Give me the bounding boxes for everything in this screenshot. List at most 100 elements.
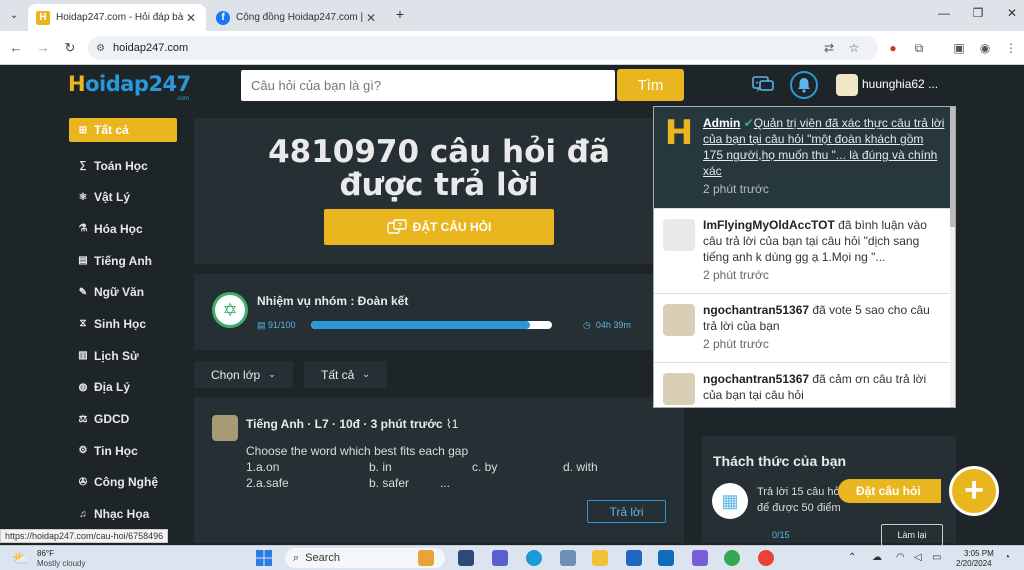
tray-chevron-up-icon[interactable]: ⌃ bbox=[848, 552, 856, 563]
clock-time[interactable]: 3:05 PM bbox=[964, 549, 994, 558]
scroll-icon: ▥ bbox=[78, 350, 88, 362]
asker-avatar[interactable] bbox=[212, 415, 238, 441]
store-icon[interactable] bbox=[626, 550, 642, 566]
minimize-icon[interactable]: — bbox=[936, 6, 952, 24]
speaker-icon[interactable]: ◁ bbox=[914, 552, 922, 563]
close-tab-icon[interactable]: ✕ bbox=[184, 11, 198, 25]
side-panel-icon[interactable]: ▣ bbox=[950, 39, 968, 57]
teams-icon[interactable] bbox=[492, 550, 508, 566]
bookmark-star-icon[interactable]: ☆ bbox=[845, 39, 863, 57]
sidebar-item-civics[interactable]: ⚖ GDCD bbox=[69, 403, 177, 435]
notifications-bell-button[interactable] bbox=[790, 71, 818, 99]
hoidap247-logo[interactable]: Hoidap247 .com bbox=[68, 72, 191, 102]
chrome-icon[interactable] bbox=[724, 550, 740, 566]
extension-red-icon[interactable]: ● bbox=[884, 39, 902, 57]
wifi-icon[interactable]: ◠ bbox=[896, 552, 905, 563]
sidebar-item-literature[interactable]: ✎ Ngữ Văn bbox=[69, 276, 177, 308]
ask-question-button[interactable]: ? ĐẶT CÂU HỎI bbox=[324, 209, 554, 245]
edge-icon[interactable] bbox=[526, 550, 542, 566]
status-bar-url: https://hoidap247.com/cau-hoi/6758496 bbox=[0, 529, 169, 543]
weather-temp: 86°F bbox=[37, 549, 54, 558]
subject-sidebar: ⊞ Tất cả ∑ Toán Học ⚛ Vật Lý ⚗ Hóa Học ▤ Tiến… bbox=[69, 118, 177, 530]
battery-icon[interactable]: ▭ bbox=[932, 552, 941, 563]
notification-item[interactable]: H Admin ✔Quản trị viên đã xác thực câu t… bbox=[654, 107, 955, 209]
close-tab-icon[interactable]: ✕ bbox=[364, 11, 378, 25]
sidebar-item-music-art[interactable]: ♫ Nhạc Họa bbox=[69, 498, 177, 530]
file-explorer-icon[interactable] bbox=[458, 550, 474, 566]
sidebar-item-math[interactable]: ∑ Toán Học bbox=[69, 150, 177, 182]
windows-taskbar: ⛅ 86°F Mostly cloudy ⌕ Search ⌃ ☁ ◠ ◁ ▭ 3… bbox=[0, 545, 1024, 570]
answered-count-hero: 4810970 câu hỏi đã được trả lời ? ĐẶT CÂ… bbox=[194, 118, 684, 264]
sidebar-item-all[interactable]: ⊞ Tất cả bbox=[69, 118, 177, 142]
tab-list-chevron-icon[interactable]: ⌄ bbox=[6, 8, 22, 24]
mission-timer: ◷ 04h 39m bbox=[583, 320, 631, 330]
reload-icon[interactable]: ↻ bbox=[61, 39, 79, 57]
folder-icon[interactable] bbox=[592, 550, 608, 566]
profile-avatar-icon[interactable]: ◉ bbox=[976, 39, 994, 57]
user-avatar bbox=[663, 219, 695, 251]
clock-date[interactable]: 2/20/2024 bbox=[956, 559, 992, 568]
reply-button[interactable]: Trả lời bbox=[587, 500, 666, 523]
answered-count-title: 4810970 câu hỏi đã được trả lời bbox=[268, 134, 610, 203]
close-window-icon[interactable]: ✕ bbox=[1004, 6, 1020, 24]
user-avatar[interactable] bbox=[836, 74, 858, 96]
cloud-icon[interactable]: ☁ bbox=[872, 552, 882, 563]
calculator-icon[interactable] bbox=[560, 550, 576, 566]
sidebar-item-chemistry[interactable]: ⚗ Hóa Học bbox=[69, 213, 177, 245]
site-info-icon[interactable]: ⚙ bbox=[96, 43, 105, 54]
cloudy-weather-icon[interactable]: ⛅ bbox=[12, 550, 29, 567]
extensions-puzzle-icon[interactable]: ⧉ bbox=[910, 39, 928, 57]
forward-arrow-icon[interactable]: → bbox=[34, 39, 52, 57]
notification-item[interactable]: ImFlyingMyOldAccTOT đã bình luận vào câu… bbox=[654, 209, 955, 294]
notification-center-icon[interactable]: ◔ bbox=[1004, 552, 1010, 563]
user-avatar bbox=[663, 304, 695, 336]
chevron-down-icon: ⌄ bbox=[362, 369, 370, 379]
new-tab-plus-icon[interactable]: + bbox=[392, 6, 408, 24]
chrome-active-icon[interactable] bbox=[758, 550, 774, 566]
fab-ask-question-plus-icon[interactable]: + bbox=[949, 466, 999, 516]
taskbar-app-icon[interactable] bbox=[418, 550, 434, 566]
sidebar-item-physics[interactable]: ⚛ Vật Lý bbox=[69, 181, 177, 213]
app-icon[interactable] bbox=[692, 550, 708, 566]
scrollbar-thumb[interactable] bbox=[950, 107, 955, 227]
tab-facebook-community[interactable]: f Cộng đồng Hoidap247.com | Fa ✕ bbox=[208, 4, 386, 31]
fab-ask-label[interactable]: Đặt câu hỏi bbox=[838, 479, 941, 503]
question-body: Choose the word which best fits each gap… bbox=[246, 444, 598, 490]
sidebar-item-english[interactable]: ▤ Tiếng Anh bbox=[69, 245, 177, 277]
retry-button[interactable]: Làm lại bbox=[881, 524, 943, 546]
globe-icon: ◍ bbox=[78, 381, 88, 393]
question-search-input[interactable] bbox=[241, 70, 615, 101]
notification-item[interactable]: ngochantran51367 đã cảm ơn câu trả lời c… bbox=[654, 363, 955, 407]
browser-tab-bar: ⌄ H Hoidap247.com - Hỏi đáp bài t ✕ f Cộ… bbox=[0, 0, 1024, 31]
sidebar-item-history[interactable]: ▥ Lịch Sử bbox=[69, 340, 177, 372]
notification-item[interactable]: ngochantran51367 đã vote 5 sao cho câu t… bbox=[654, 294, 955, 363]
sidebar-item-informatics[interactable]: ⚙ Tin Học bbox=[69, 435, 177, 467]
mail-icon[interactable] bbox=[658, 550, 674, 566]
notifications-scrollbar[interactable] bbox=[950, 107, 955, 407]
chat-bubbles-icon[interactable] bbox=[752, 75, 774, 95]
grade-filter-dropdown[interactable]: Chọn lớp ⌄ bbox=[194, 361, 293, 388]
back-arrow-icon[interactable]: ← bbox=[7, 39, 25, 57]
restore-icon[interactable]: ❐ bbox=[970, 6, 986, 24]
challenge-text: Trả lời 15 câu hỏ để được 50 điểm bbox=[757, 486, 841, 514]
music-note-icon: ♫ bbox=[79, 508, 87, 520]
group-mission-card: ✡ Nhiệm vụ nhóm : Đoàn kết ▤ 91/100 ◷ 04… bbox=[194, 274, 684, 350]
tab-title: Cộng đồng Hoidap247.com | Fa bbox=[236, 12, 364, 23]
sidebar-item-biology[interactable]: ⧖ Sinh Học bbox=[69, 308, 177, 340]
question-card[interactable]: Tiếng Anh · L7 · 10đ · 3 phút trước ⌇1 C… bbox=[194, 397, 684, 543]
sidebar-item-geography[interactable]: ◍ Địa Lý bbox=[69, 372, 177, 404]
browser-menu-icon[interactable]: ⋮ bbox=[1002, 39, 1020, 57]
subject-filter-dropdown[interactable]: Tất cả ⌄ bbox=[304, 361, 387, 388]
search-button[interactable]: Tìm bbox=[617, 69, 684, 101]
grid-icon: ⊞ bbox=[78, 124, 88, 136]
windows-start-icon[interactable] bbox=[256, 550, 272, 566]
url-text: hoidap247.com bbox=[112, 42, 189, 54]
url-field[interactable]: ⚙ hoidap247.com bbox=[88, 36, 878, 60]
translate-icon[interactable]: ⇄ bbox=[820, 39, 838, 57]
user-menu-name[interactable]: huunghia62 ... bbox=[862, 77, 938, 91]
verified-check-icon: ✔ bbox=[743, 116, 754, 130]
search-icon: ⌕ bbox=[293, 551, 300, 564]
sidebar-item-technology[interactable]: ✇ Công Nghệ bbox=[69, 467, 177, 499]
tab-hoidap247[interactable]: H Hoidap247.com - Hỏi đáp bài t ✕ bbox=[28, 4, 206, 31]
site-header: Hoidap247 .com Tìm huunghia62 ... bbox=[0, 66, 1024, 106]
